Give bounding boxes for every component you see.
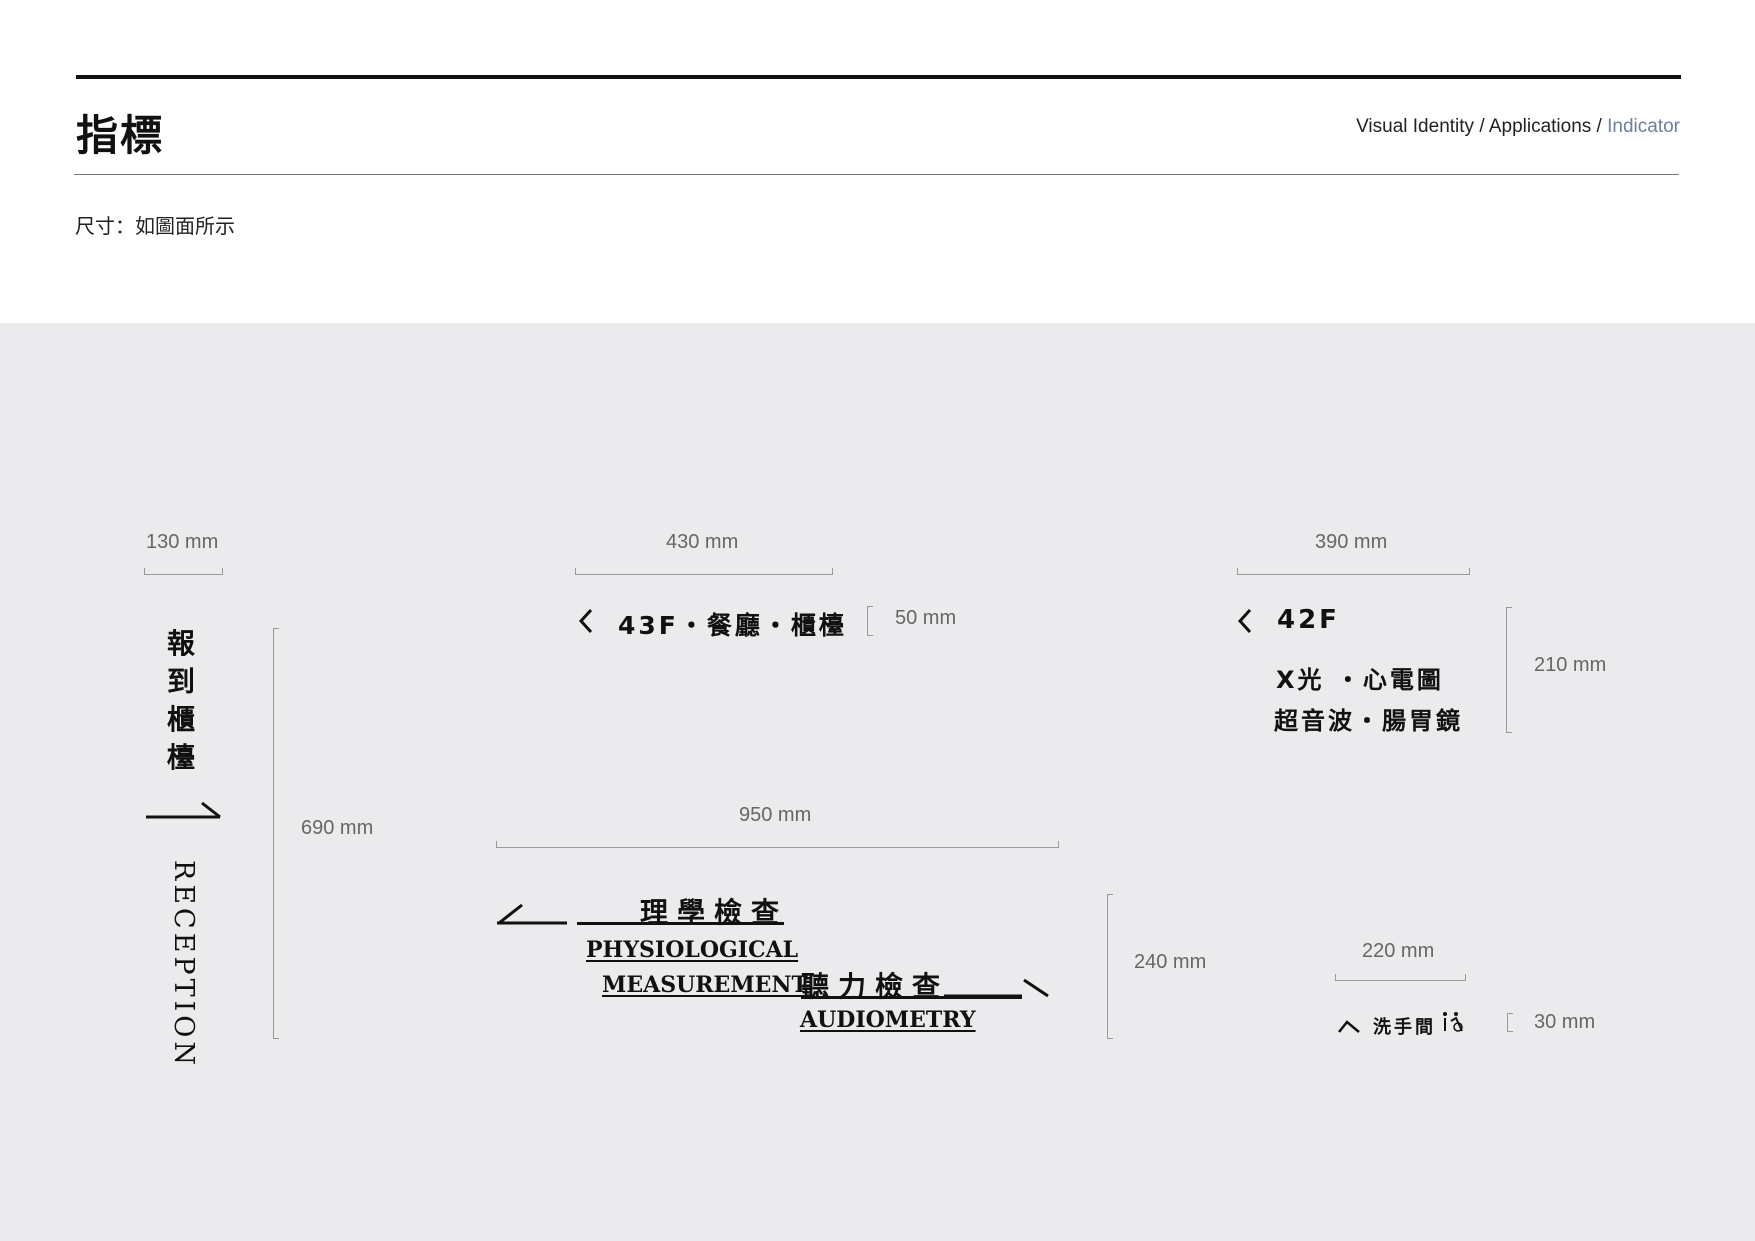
reception-char-4: 檯: [166, 741, 195, 774]
reception-char-1: 報: [166, 627, 195, 660]
reception-char-2: 到: [166, 665, 195, 698]
size-note: 尺寸：如圖面所示: [75, 214, 235, 238]
physio-width-bracket: [496, 841, 1059, 848]
audio-english: AUDIOMETRY: [800, 1007, 976, 1033]
physio-english-1: PHYSIOLOGICAL: [586, 937, 799, 963]
breadcrumb-current: Indicator: [1607, 116, 1680, 137]
floor43-width-bracket: [575, 568, 833, 575]
reception-chinese: 報 到 櫃 檯: [163, 625, 199, 777]
chevron-up-icon: [1338, 1020, 1360, 1033]
chevron-left-icon: [1237, 608, 1252, 634]
header-divider: [74, 174, 1679, 175]
page-title: 指標: [76, 111, 165, 160]
floor42-height-label: 210 mm: [1534, 654, 1607, 676]
floor42-line2: 超音波・腸胃鏡: [1274, 707, 1463, 735]
reception-height-label: 690 mm: [301, 817, 374, 839]
reception-height-bracket: [273, 628, 279, 1039]
reception-width-label: 130 mm: [146, 531, 219, 553]
restroom-width-label: 220 mm: [1362, 940, 1435, 962]
chevron-left-icon: [578, 608, 593, 634]
arrow-down-left-icon: [497, 903, 567, 925]
floor42-line1: X光 ・心電圖: [1276, 666, 1444, 694]
restroom-width-bracket: [1335, 974, 1466, 981]
breadcrumb-applications[interactable]: Applications /: [1489, 116, 1607, 137]
physio-height-bracket: [1107, 894, 1113, 1039]
top-rule: [76, 75, 1681, 79]
audio-chinese: 聽力檢查: [801, 970, 950, 1003]
floor42-height-bracket: [1506, 607, 1512, 733]
reception-english: RECEPTION: [168, 860, 199, 1070]
floor43-height-label: 50 mm: [895, 607, 957, 629]
reception-char-3: 櫃: [166, 703, 195, 736]
floor43-text: 43F・餐廳・櫃檯: [618, 611, 847, 640]
floor43-height-bracket: [867, 606, 873, 636]
physio-height-label: 240 mm: [1134, 951, 1207, 973]
floor42-width-label: 390 mm: [1315, 531, 1388, 553]
signage-panel: 130 mm 報 到 櫃 檯 RECEPTION 690 mm 430 mm 4…: [0, 323, 1755, 1241]
physio-width-label: 950 mm: [739, 804, 812, 826]
reception-width-bracket: [144, 568, 223, 575]
floor42-width-bracket: [1237, 568, 1470, 575]
breadcrumb-visual-identity[interactable]: Visual Identity /: [1356, 116, 1489, 137]
restroom-height-label: 30 mm: [1534, 1011, 1596, 1033]
physio-english-2: MEASUREMENT: [602, 972, 808, 998]
arrow-down-right-icon: [944, 978, 1049, 998]
breadcrumb: Visual Identity / Applications / Indicat…: [1356, 116, 1680, 138]
restroom-icon: [1443, 1012, 1463, 1032]
physio-chinese: 理學檢查: [640, 896, 789, 929]
restroom-height-bracket: [1507, 1013, 1513, 1032]
floor42-label: 42F: [1277, 605, 1340, 635]
restroom-text: 洗手間: [1373, 1017, 1436, 1038]
floor43-width-label: 430 mm: [666, 531, 739, 553]
arrow-right-icon: [146, 801, 221, 819]
